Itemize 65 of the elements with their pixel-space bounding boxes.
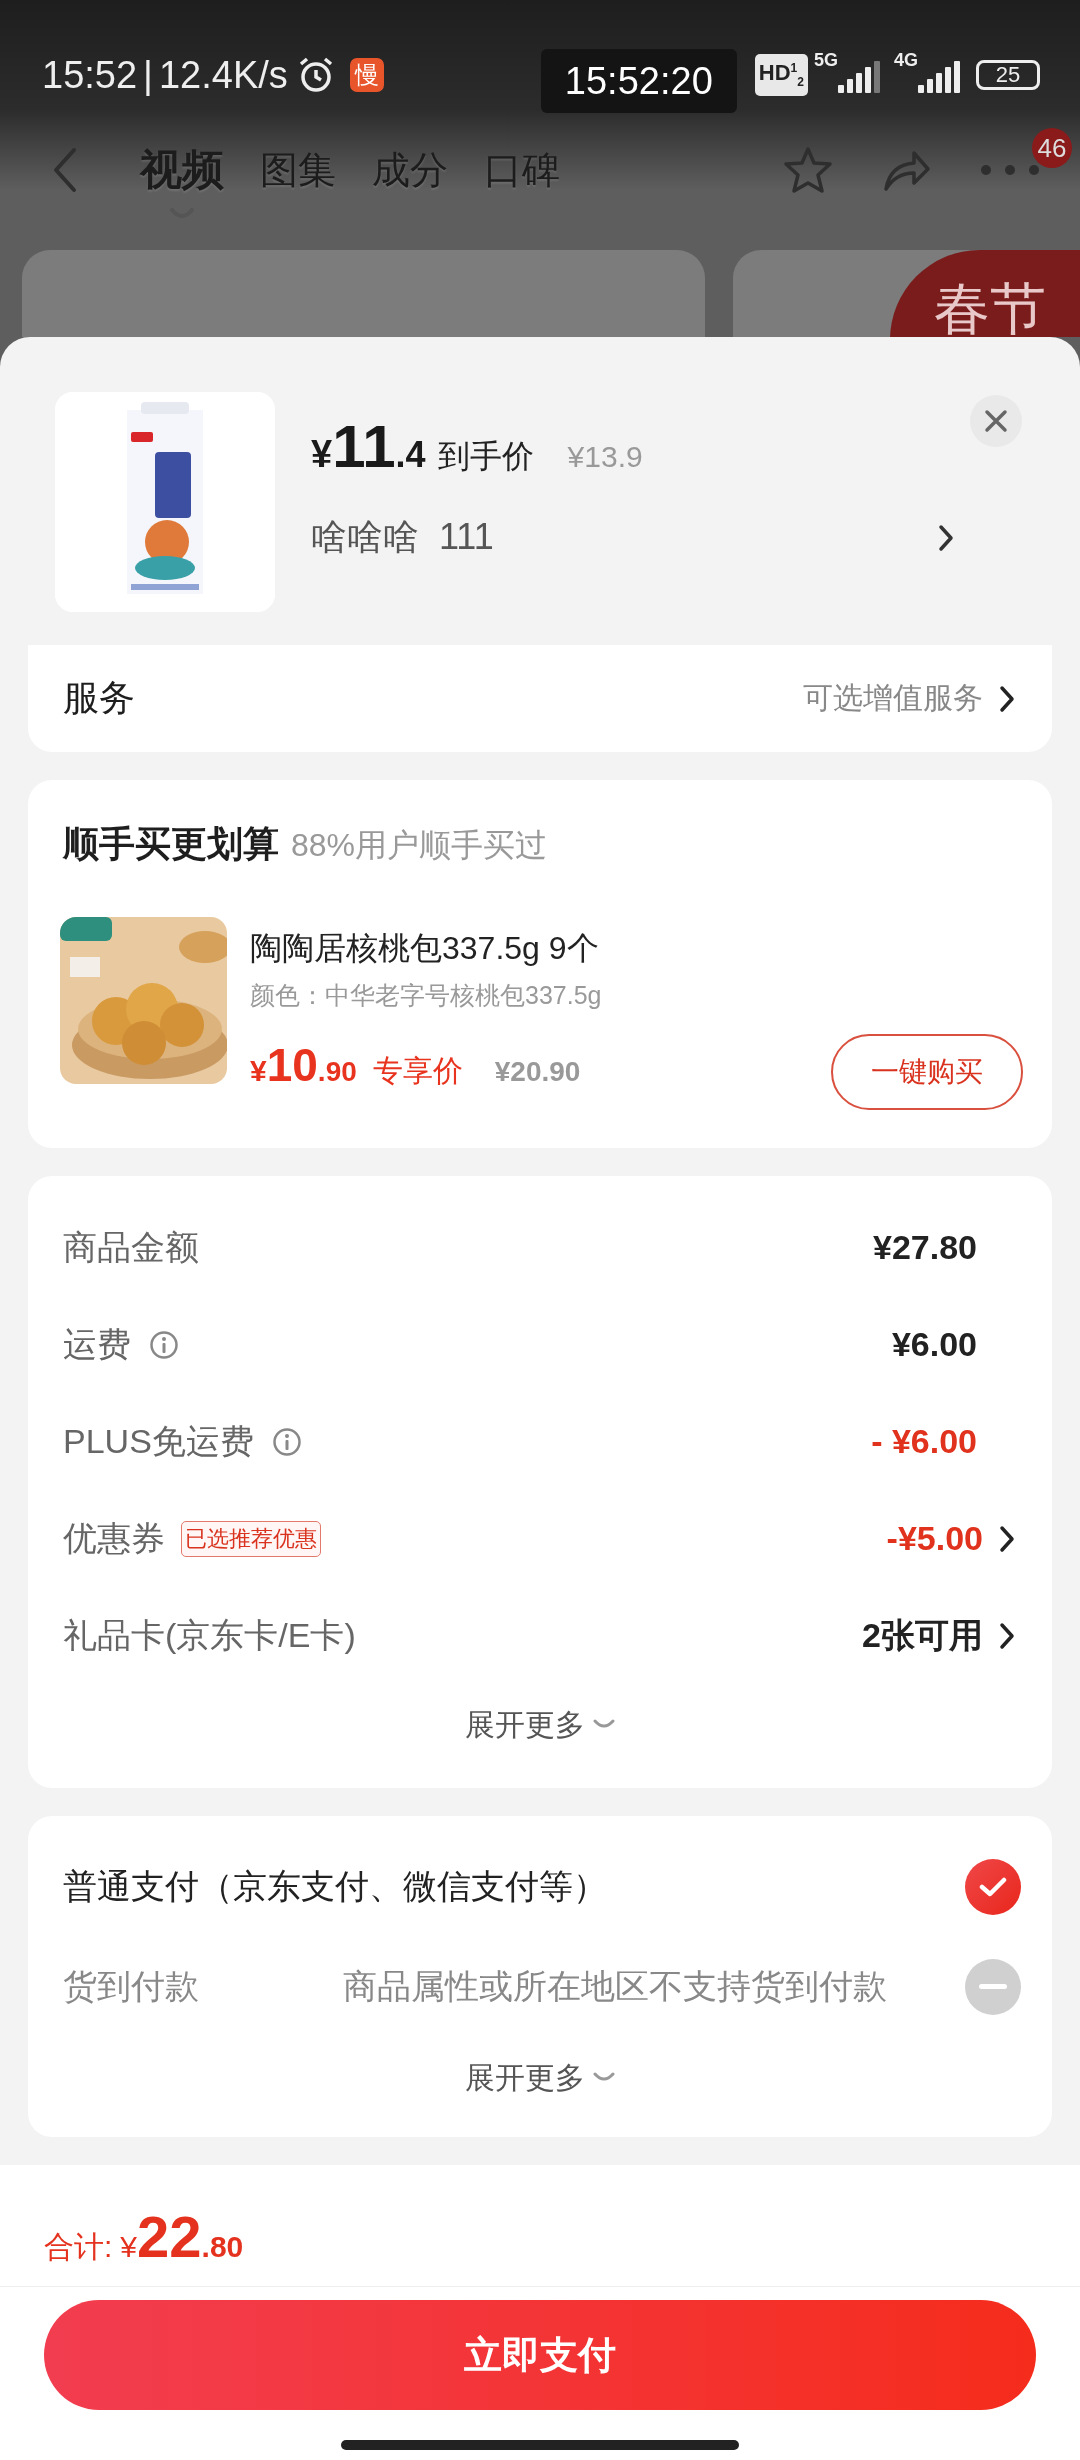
fee-label: 优惠券: [63, 1517, 165, 1559]
message-badge: 46: [1032, 128, 1072, 168]
clock-overlay: 15:52:20: [540, 49, 737, 113]
fee-label: 商品金额: [63, 1226, 199, 1268]
price-integer: 22: [137, 2203, 202, 2270]
check-icon: [979, 1876, 1007, 1898]
tab[interactable]: 口碑: [484, 142, 560, 198]
total-label: 合计:: [44, 2229, 113, 2265]
price-label: 专享价: [372, 1053, 463, 1089]
service-label: 服务: [63, 676, 136, 720]
currency-symbol: ¥: [120, 2230, 138, 2264]
price-integer: 11: [332, 412, 396, 481]
expand-button[interactable]: 展开更多: [63, 1684, 1017, 1766]
payment-method-label: 货到付款: [63, 1966, 200, 2007]
fee-value: - ¥6.00: [871, 1422, 977, 1461]
payment-note: 商品属性或所在地区不支持货到付款: [343, 1966, 888, 2007]
product-name: 陶陶居核桃包337.5g 9个: [250, 929, 600, 968]
info-icon[interactable]: [271, 1426, 302, 1457]
fee-value: 2张可用: [862, 1614, 983, 1656]
close-button[interactable]: [970, 395, 1022, 447]
section-subtitle: 88%用户顺手买过: [291, 826, 548, 865]
radio-button[interactable]: [965, 1859, 1021, 1915]
currency-symbol: ¥: [311, 433, 333, 476]
coupon-tag: 已选推荐优惠: [181, 1520, 321, 1557]
buy-button[interactable]: 一键购买: [831, 1034, 1023, 1110]
expand-button[interactable]: 展开更多: [63, 2037, 1017, 2119]
more-icon[interactable]: [980, 164, 1040, 176]
fee-value: -¥5.00: [886, 1519, 983, 1558]
payment-method-label: 普通支付（京东支付、微信支付等）: [63, 1866, 608, 1907]
chevron-icon: [997, 1620, 1017, 1651]
currency-symbol: ¥: [250, 1054, 267, 1088]
battery-indicator: 25: [976, 60, 1040, 90]
fee-label: PLUS免运费: [63, 1420, 254, 1462]
close-icon: [984, 409, 1008, 433]
fee-value: ¥27.80: [873, 1228, 977, 1267]
price-decimal: .4: [395, 434, 426, 476]
tab[interactable]: 图集: [260, 142, 336, 198]
info-icon[interactable]: [149, 1329, 179, 1360]
network-label: 5G: [813, 50, 838, 71]
network-label: 4G: [894, 50, 918, 71]
fee-value: ¥6.00: [891, 1325, 977, 1364]
tab[interactable]: 成分: [372, 142, 448, 198]
chevron-icon: [997, 1523, 1017, 1554]
slow-mode-badge: 慢: [349, 58, 384, 92]
tab[interactable]: 视频: [140, 142, 224, 198]
price-decimal: .80: [201, 2230, 244, 2264]
status-time: 15:52: [42, 53, 138, 97]
chevron-icon: [936, 522, 956, 553]
variant-text: 啥啥啥 111: [311, 515, 494, 559]
service-value: 可选增值服务: [803, 680, 983, 716]
fee-label: 运费: [63, 1323, 131, 1365]
chevron-icon: [997, 683, 1017, 714]
section-title: 顺手买更划算: [63, 822, 279, 866]
product-spec: 颜色：中华老字号核桃包337.5g: [250, 980, 603, 1011]
fee-label: 礼品卡(京东卡/E卡): [63, 1614, 356, 1656]
price-decimal: .90: [317, 1056, 357, 1088]
price-integer: 10: [266, 1038, 318, 1092]
original-price: ¥13.9: [567, 440, 643, 474]
star-icon[interactable]: [782, 145, 834, 195]
minus-icon: [979, 1984, 1007, 1990]
original-price: ¥20.90: [494, 1056, 581, 1088]
price-label: 到手价: [437, 437, 534, 476]
separator-text: |: [143, 53, 153, 97]
network-speed: 12.4K/s: [158, 53, 288, 97]
pay-button[interactable]: 立即支付: [44, 2300, 1036, 2410]
